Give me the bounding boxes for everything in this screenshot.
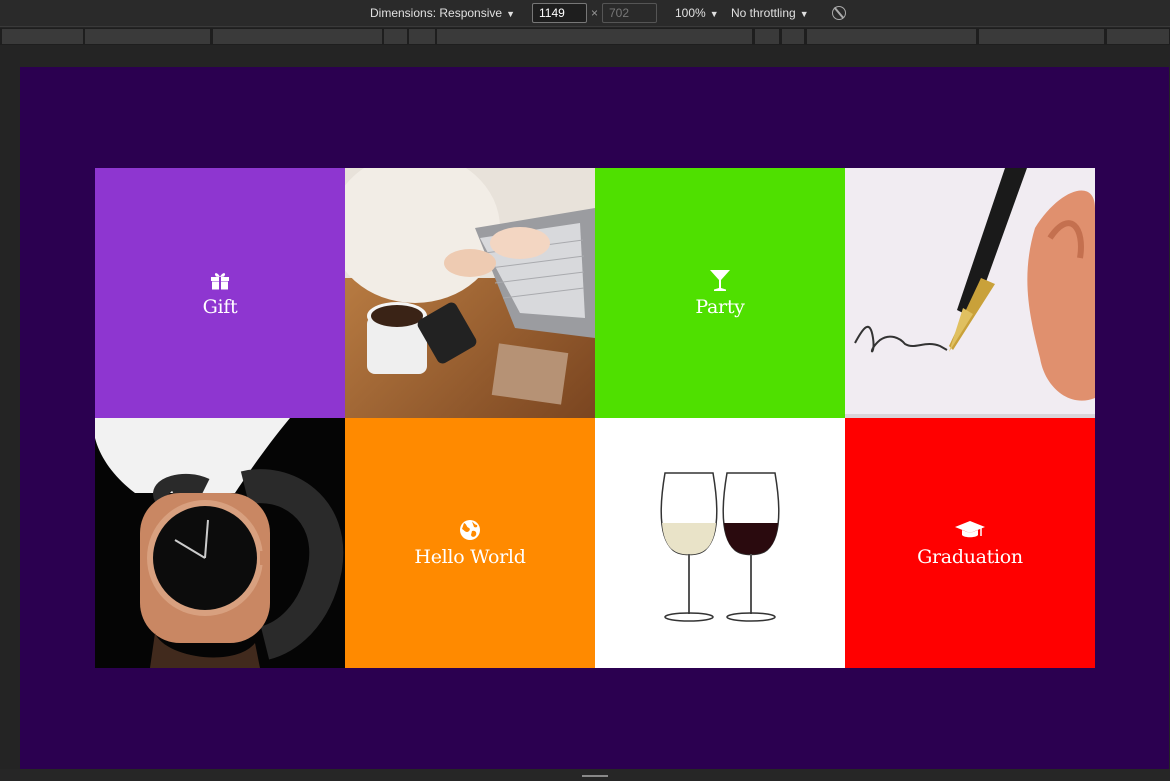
wrist-watch-image — [95, 418, 345, 668]
tile-gift[interactable]: Gift — [95, 168, 345, 418]
gift-icon — [211, 273, 229, 290]
ruler-segment[interactable] — [755, 29, 780, 44]
ruler-segment[interactable] — [1107, 29, 1170, 44]
graduation-cap-icon — [955, 521, 985, 538]
cocktail-icon — [710, 270, 730, 291]
dimensions-label: Dimensions: Responsive — [370, 6, 503, 20]
tile-hello-world[interactable]: Hello World — [345, 418, 595, 668]
height-input[interactable]: 702 — [602, 3, 657, 23]
ruler-segment[interactable] — [85, 29, 211, 44]
tile-grid: Gift Party Hello World Graduation — [95, 168, 1095, 668]
zoom-dropdown[interactable]: 100% ▼ — [675, 6, 719, 20]
fountain-pen-image — [845, 168, 1095, 418]
ruler-segment[interactable] — [409, 29, 436, 44]
tile-image-watch — [95, 418, 345, 668]
ruler-segment[interactable] — [807, 29, 977, 44]
resize-handle[interactable] — [582, 775, 608, 777]
tile-graduation[interactable]: Graduation — [845, 418, 1095, 668]
zoom-label: 100% — [675, 6, 706, 20]
tile-label: Hello World — [414, 546, 526, 568]
chevron-down-icon: ▼ — [709, 9, 719, 19]
tile-image-pen — [845, 168, 1095, 418]
ruler-segment[interactable] — [384, 29, 408, 44]
throttling-dropdown[interactable]: No throttling ▼ — [731, 6, 809, 20]
rotate-icon[interactable] — [832, 6, 846, 20]
tile-party[interactable]: Party — [595, 168, 845, 418]
ruler-segment[interactable] — [979, 29, 1105, 44]
page-viewport: Gift Party Hello World Graduation — [20, 67, 1169, 769]
ruler-segment[interactable] — [2, 29, 84, 44]
device-toolbar: Dimensions: Responsive ▼ 1149 × 702 100% ▼… — [0, 0, 1170, 27]
tile-label: Gift — [202, 296, 238, 318]
width-input[interactable]: 1149 — [532, 3, 587, 23]
globe-icon — [460, 520, 480, 540]
laptop-coffee-image — [345, 168, 595, 418]
ruler-segment[interactable] — [437, 29, 753, 44]
tile-label: Graduation — [917, 546, 1023, 568]
tile-image-laptop — [345, 168, 595, 418]
chevron-down-icon: ▼ — [799, 9, 809, 19]
ruler-segment[interactable] — [782, 29, 805, 44]
tile-image-wine — [595, 418, 845, 668]
tile-label: Party — [695, 296, 745, 318]
ruler-segment[interactable] — [213, 29, 383, 44]
dimensions-dropdown[interactable]: Dimensions: Responsive ▼ — [370, 6, 515, 20]
wine-glasses-image — [595, 418, 845, 668]
chevron-down-icon: ▼ — [506, 9, 515, 19]
media-query-ruler — [0, 28, 1170, 45]
throttling-label: No throttling — [731, 6, 796, 20]
times-sign: × — [591, 6, 599, 20]
